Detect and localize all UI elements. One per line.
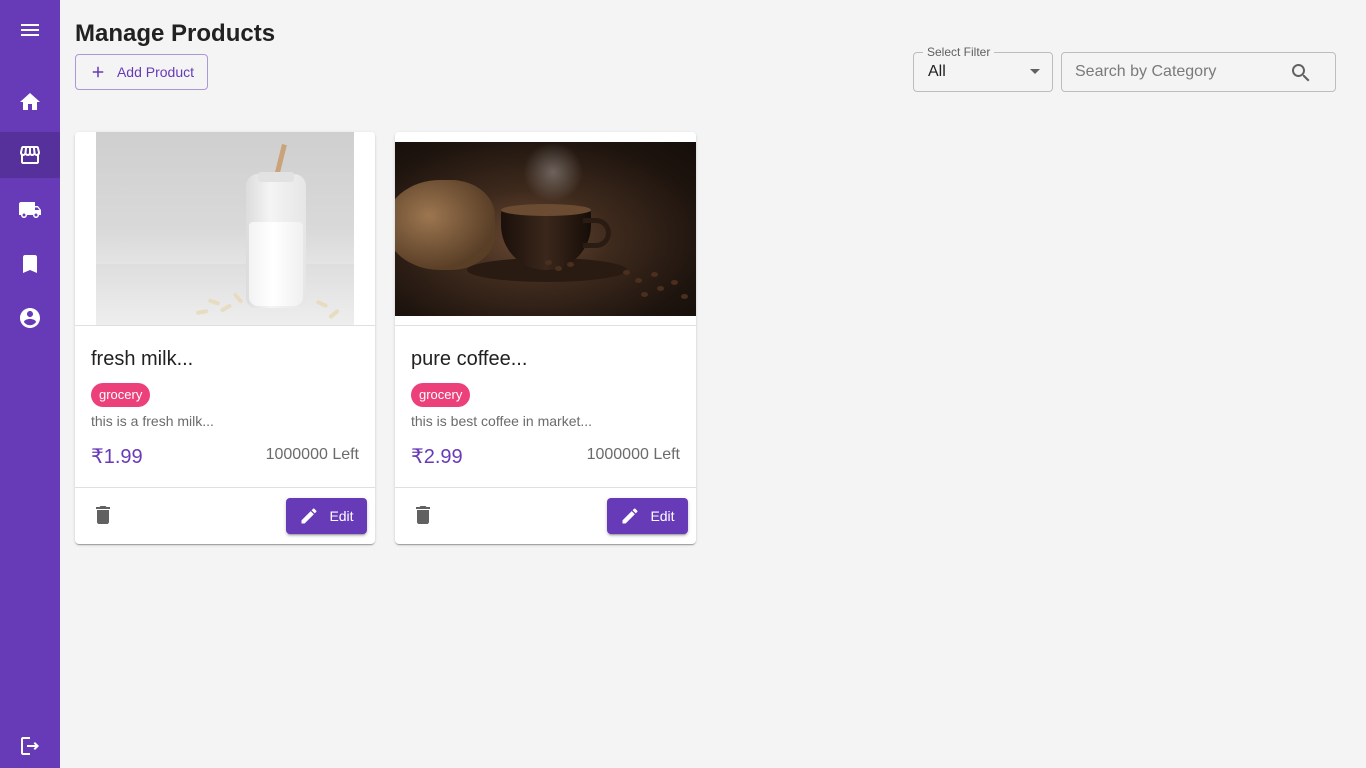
card-divider	[75, 487, 375, 488]
delete-button[interactable]	[91, 503, 115, 527]
product-stock: 1000000 Left	[265, 446, 359, 463]
pencil-icon	[301, 508, 317, 524]
product-image-milk	[75, 132, 375, 326]
edit-label: Edit	[650, 508, 675, 524]
product-price: ₹2.99	[411, 446, 463, 468]
account-circle-icon	[20, 308, 40, 328]
product-card: fresh milk... grocery this is a fresh mi…	[75, 132, 375, 544]
edit-button[interactable]: Edit	[286, 498, 367, 534]
sidebar-item-bookmarks[interactable]	[0, 244, 60, 284]
product-stock: 1000000 Left	[586, 446, 680, 463]
logout-button[interactable]	[0, 726, 60, 766]
product-description: this is best coffee in market...	[411, 413, 593, 429]
trash-icon	[96, 506, 110, 524]
filter-value: All	[928, 63, 946, 80]
plus-icon	[92, 66, 104, 78]
add-product-label: Add Product	[116, 64, 195, 80]
category-chip: grocery	[411, 383, 471, 407]
category-chip: grocery	[91, 383, 151, 407]
filter-select[interactable]: Select Filter All	[913, 45, 1053, 92]
product-price: ₹1.99	[91, 446, 143, 468]
product-description: this is a fresh milk...	[91, 413, 214, 429]
search-icon[interactable]	[1289, 61, 1313, 85]
search-box	[1061, 52, 1336, 92]
bookmark-icon	[23, 255, 37, 273]
product-name: pure coffee...	[411, 348, 528, 370]
menu-icon	[21, 24, 39, 36]
storefront-icon	[20, 146, 40, 164]
add-product-button[interactable]: Add Product	[75, 54, 208, 90]
trash-icon	[416, 506, 430, 524]
edit-label: Edit	[329, 508, 354, 524]
home-icon	[20, 93, 40, 110]
dropdown-arrow-icon	[1030, 69, 1040, 74]
card-divider	[395, 487, 696, 488]
sidebar-item-delivery[interactable]	[0, 190, 60, 230]
delete-button[interactable]	[411, 503, 435, 527]
search-input[interactable]	[1062, 53, 1287, 91]
logout-icon	[21, 737, 39, 755]
sidebar-item-products[interactable]	[0, 132, 60, 178]
menu-button[interactable]	[0, 10, 60, 50]
sidebar-item-account[interactable]	[0, 298, 60, 338]
filter-label: Select Filter	[923, 45, 995, 59]
pencil-icon	[622, 508, 638, 524]
edit-button[interactable]: Edit	[607, 498, 688, 534]
sidebar	[0, 0, 60, 768]
page-title: Manage Products	[75, 20, 276, 47]
product-name: fresh milk...	[91, 348, 194, 370]
product-image-coffee	[395, 132, 696, 326]
truck-icon	[19, 202, 41, 218]
product-card: pure coffee... grocery this is best coff…	[395, 132, 696, 544]
sidebar-item-home[interactable]	[0, 82, 60, 122]
